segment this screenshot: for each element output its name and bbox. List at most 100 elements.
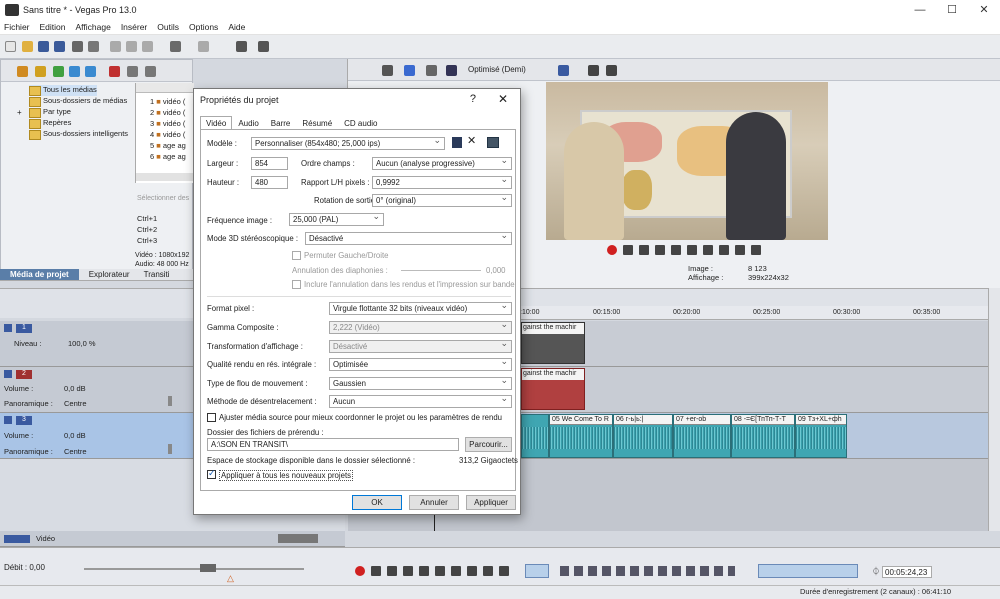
loop-icon[interactable] <box>623 245 633 255</box>
tree-item-by-type[interactable]: Par type <box>29 107 71 118</box>
menu-options[interactable]: Options <box>189 22 218 32</box>
minimize-button[interactable]: — <box>904 0 936 20</box>
save-as-icon[interactable] <box>54 41 65 52</box>
audio-clip[interactable]: 09 Тз+XL+фh <box>795 414 847 458</box>
list-item[interactable]: 6 ■ age ag <box>150 152 186 161</box>
qualite-dropdown[interactable]: Optimisée <box>329 358 512 371</box>
prev-frame-icon[interactable] <box>483 566 493 576</box>
open-folder-icon[interactable] <box>22 41 33 52</box>
list-item[interactable]: 3 ■ vidéo ( <box>150 119 185 128</box>
envelope-tool-icon[interactable] <box>258 41 269 52</box>
list-item[interactable]: 5 ■ age ag <box>150 141 186 150</box>
menu-inserer[interactable]: Insérer <box>121 22 147 32</box>
menu-aide[interactable]: Aide <box>228 22 245 32</box>
audio-clip[interactable]: 05 We Come To R <box>549 414 613 458</box>
vertical-scrollbar[interactable] <box>988 288 1000 531</box>
horizontal-scrollbar[interactable] <box>136 173 194 181</box>
mode3d-dropdown[interactable]: Désactivé <box>305 232 512 245</box>
largeur-field[interactable]: 854 <box>251 157 288 170</box>
capture-icon[interactable] <box>35 66 46 77</box>
parcourir-button[interactable]: Parcourir... <box>465 437 512 452</box>
help-button[interactable]: ? <box>470 93 476 105</box>
cancel-button[interactable]: Annuler <box>409 495 459 510</box>
annulation-slider[interactable] <box>401 270 481 271</box>
media-properties-icon[interactable] <box>145 66 156 77</box>
render-icon[interactable] <box>88 41 99 52</box>
list-item[interactable]: 2 ■ vidéo ( <box>150 108 185 117</box>
video-clip[interactable]: gainst the machir <box>521 322 585 364</box>
copy-snapshot-icon[interactable] <box>588 65 599 76</box>
list-item[interactable]: 4 ■ vidéo ( <box>150 130 185 139</box>
menu-outils[interactable]: Outils <box>157 22 179 32</box>
play-icon[interactable] <box>639 245 649 255</box>
ordre-dropdown[interactable]: Aucun (analyse progressive) <box>372 157 512 170</box>
track-expand-icon[interactable] <box>4 370 12 378</box>
match-media-icon[interactable] <box>487 137 499 148</box>
pause-icon[interactable] <box>671 245 681 255</box>
pan-slider[interactable] <box>168 396 172 406</box>
gamma-dropdown[interactable]: 2,222 (Vidéo) <box>329 321 512 334</box>
import-media-icon[interactable] <box>17 66 28 77</box>
tab-transitions[interactable]: Transiti <box>140 269 174 280</box>
freq-dropdown[interactable]: 25,000 (PAL) <box>289 213 384 226</box>
close-window-button[interactable]: ✕ <box>968 0 1000 20</box>
external-monitor-icon[interactable] <box>404 65 415 76</box>
editing-tools-icons[interactable] <box>560 566 735 576</box>
go-end-icon[interactable] <box>719 245 729 255</box>
rapport-dropdown[interactable]: 0,9992 <box>372 176 512 189</box>
play-icon[interactable] <box>387 566 397 576</box>
save-snapshot-icon[interactable] <box>606 65 617 76</box>
go-start-icon[interactable] <box>451 566 461 576</box>
play-from-start-icon[interactable] <box>655 245 665 255</box>
tree-item-markers[interactable]: Repères <box>29 118 71 129</box>
delete-template-icon[interactable]: ✕ <box>467 134 476 147</box>
cut-icon[interactable] <box>110 41 121 52</box>
next-frame-icon[interactable] <box>499 566 509 576</box>
search-icon[interactable] <box>85 66 96 77</box>
cursor-time-readout[interactable]: 00:05:24,23 <box>882 566 932 578</box>
tree-item-smart-folders[interactable]: Sous-dossiers intelligents <box>29 129 128 140</box>
edit-tool-icon[interactable] <box>236 41 247 52</box>
preview-quality-dropdown[interactable]: Optimisé (Demi) <box>468 65 526 74</box>
menu-affichage[interactable]: Affichage <box>76 22 111 32</box>
redo-icon[interactable] <box>198 41 209 52</box>
desentrelacement-dropdown[interactable]: Aucun <box>329 395 512 408</box>
stop-icon[interactable] <box>435 566 445 576</box>
tree-item-subfolders[interactable]: Sous-dossiers de médias <box>29 96 127 107</box>
go-start-icon[interactable] <box>703 245 713 255</box>
record-icon[interactable] <box>607 245 617 255</box>
rate-slider-thumb[interactable] <box>200 564 216 572</box>
video-bus-track[interactable]: Vidéo <box>0 531 345 547</box>
rotation-dropdown[interactable]: 0° (original) <box>372 194 512 207</box>
track-header-audio-3[interactable]: 3 Volume : 0,0 dB Panoramique : Centre <box>0 413 193 459</box>
pan-slider[interactable] <box>168 444 172 454</box>
pause-icon[interactable] <box>419 566 429 576</box>
expand-icon[interactable]: + <box>17 108 22 117</box>
track-header-video[interactable]: 1 Niveau : 100,0 % <box>0 321 193 367</box>
preview-settings-icon[interactable] <box>382 65 393 76</box>
copy-icon[interactable] <box>126 41 137 52</box>
track-expand-icon[interactable] <box>4 416 12 424</box>
modele-dropdown[interactable]: Personnaliser (854x480; 25,000 ips) <box>251 137 445 150</box>
audio-clip[interactable]: 06 г-ь|ь:| <box>613 414 673 458</box>
list-item[interactable]: 1 ■ vidéo ( <box>150 97 185 106</box>
format-dropdown[interactable]: Virgule flottante 32 bits (niveaux vidéo… <box>329 302 512 315</box>
appliquer-tous-checkbox[interactable] <box>207 468 216 479</box>
snapping-tools[interactable] <box>758 564 858 578</box>
flou-dropdown[interactable]: Gaussien <box>329 377 512 390</box>
stop-icon[interactable] <box>687 245 697 255</box>
edit-tool-dropdown[interactable] <box>525 564 549 578</box>
tab-project-media[interactable]: Média de projet <box>0 269 79 280</box>
menu-fichier[interactable]: Fichier <box>4 22 30 32</box>
delete-icon[interactable] <box>109 66 120 77</box>
loop-icon[interactable] <box>371 566 381 576</box>
split-screen-icon[interactable] <box>446 65 457 76</box>
media-fx-icon[interactable] <box>127 66 138 77</box>
audio-clip-track-2[interactable]: gainst the machir <box>521 368 585 410</box>
permuter-checkbox[interactable] <box>292 251 301 260</box>
maximize-button[interactable]: ☐ <box>936 0 968 20</box>
next-frame-icon[interactable] <box>751 245 761 255</box>
get-media-icon[interactable] <box>53 66 64 77</box>
transfo-dropdown[interactable]: Désactivé <box>329 340 512 353</box>
remove-unused-icon[interactable] <box>69 66 80 77</box>
